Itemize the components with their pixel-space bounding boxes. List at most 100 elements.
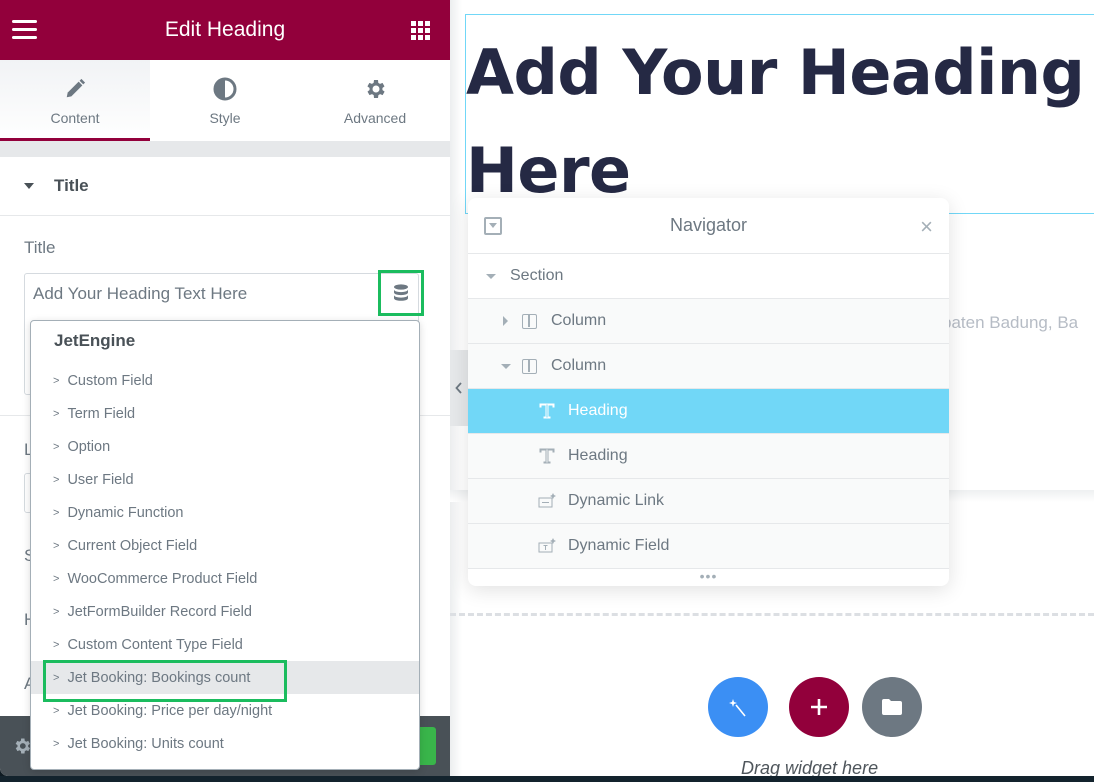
dynamic-tag-option-label: Custom Field <box>67 372 153 389</box>
navigator-resize-handle[interactable]: ••• <box>468 569 949 583</box>
dynamic-tag-option[interactable]: > Dynamic Function <box>31 496 419 529</box>
dynamic-tag-option-label: JetFormBuilder Record Field <box>67 603 252 620</box>
chevron-right-icon: > <box>53 671 60 684</box>
address-text: paten Badung, Ba <box>942 313 1079 332</box>
dynamic-tag-option-label: Dynamic Function <box>67 504 184 521</box>
section-title: Title <box>54 176 89 195</box>
title-control-label: Title <box>24 238 56 257</box>
chevron-right-icon: > <box>53 374 60 387</box>
caret-right-icon[interactable] <box>503 316 508 326</box>
dynamic-tag-option-label: Jet Booking: Price per day/night <box>67 702 273 719</box>
navigator-header[interactable]: Navigator × <box>468 198 949 254</box>
panel-title: Edit Heading <box>164 18 286 41</box>
dynamic-tag-option-label: Term Field <box>67 405 136 422</box>
dynamic-tag-option-label: WooCommerce Product Field <box>67 570 258 587</box>
navigator-row-column-expanded[interactable]: Column <box>468 344 949 389</box>
magic-wand-icon <box>729 699 746 717</box>
dynamic-tag-option-label: User Field <box>67 471 134 488</box>
contrast-icon <box>213 76 237 102</box>
chevron-left-icon <box>455 382 462 394</box>
dynamic-tag-option[interactable]: > Jet Booking: Units count <box>31 727 419 760</box>
panel-header: Edit Heading <box>0 0 450 60</box>
tab-content[interactable]: Content <box>0 60 150 141</box>
navigator-row-column-collapsed[interactable]: Column <box>468 299 949 344</box>
gear-icon <box>363 76 387 102</box>
dynamic-tag-option[interactable]: > JetFormBuilder Record Field <box>31 595 419 628</box>
dynamic-tag-option[interactable]: > User Field <box>31 463 419 496</box>
navigator-row-label: Column <box>551 312 607 329</box>
widgets-grid-icon[interactable] <box>411 21 430 40</box>
dynamic-tags-button[interactable] <box>378 270 424 316</box>
navigator-row-dynamic-field[interactable]: Dynamic Field <box>468 524 949 569</box>
navigator-row-label: Column <box>551 357 607 374</box>
caret-down-icon[interactable] <box>501 363 511 369</box>
dynamic-tag-option[interactable]: > Term Field <box>31 397 419 430</box>
desktop-background <box>0 776 1094 782</box>
dynamic-tag-option[interactable]: > Current Object Field <box>31 529 419 562</box>
chevron-right-icon: > <box>53 506 60 519</box>
dynamic-tag-option[interactable]: > Custom Field <box>31 364 419 397</box>
add-section-button[interactable] <box>789 677 849 737</box>
collapse-panel-button[interactable] <box>450 350 468 426</box>
tab-style-label: Style <box>209 109 241 126</box>
close-icon[interactable]: × <box>920 214 933 240</box>
dynamic-tag-option[interactable]: > Option <box>31 430 419 463</box>
navigator-title: Navigator <box>669 215 748 235</box>
dynamic-link-icon <box>538 492 556 510</box>
navigator-row-label: Dynamic Link <box>568 492 665 509</box>
dynamic-tag-option[interactable]: > Custom Content Type Field <box>31 628 419 661</box>
heading-line-1: Add Your Heading T <box>466 36 1094 109</box>
editor-panel: Edit Heading Content Style Advanced Titl… <box>0 0 450 776</box>
panel-tabs: Content Style Advanced <box>0 60 450 142</box>
dynamic-tag-option[interactable]: > Jet Booking: Bookings count <box>31 660 419 702</box>
dynamic-field-icon <box>538 537 556 555</box>
caret-down-icon[interactable] <box>486 273 496 279</box>
heading-type-icon <box>538 402 556 420</box>
settings-gear-icon[interactable] <box>12 736 32 756</box>
pencil-icon <box>64 76 86 102</box>
navigator-row-label: Section <box>510 267 564 284</box>
dropdown-group-title: JetEngine <box>54 331 136 350</box>
empty-section-border <box>450 613 1094 616</box>
dynamic-tag-option-label: Jet Booking: Bookings count <box>67 669 251 686</box>
template-library-button[interactable] <box>862 677 922 737</box>
navigator-toggle-all-icon[interactable] <box>484 217 502 235</box>
navigator-row-heading[interactable]: Heading <box>468 434 949 479</box>
chevron-right-icon: > <box>53 638 60 651</box>
dynamic-tag-option-label: Option <box>67 438 111 455</box>
navigator-panel: Navigator × Section Column Column Heading He… <box>468 198 949 586</box>
ai-magic-button[interactable] <box>708 677 768 737</box>
chevron-right-icon: > <box>53 473 60 486</box>
column-icon <box>522 313 537 329</box>
navigator-row-section[interactable]: Section <box>468 254 949 299</box>
tab-advanced[interactable]: Advanced <box>300 60 450 141</box>
screen: Edit Heading Content Style Advanced Titl… <box>0 0 1094 782</box>
chevron-right-icon: > <box>53 539 60 552</box>
chevron-right-icon: > <box>53 737 60 750</box>
navigator-row-label: Heading <box>568 447 628 464</box>
tab-content-label: Content <box>50 109 100 126</box>
database-icon <box>394 284 408 301</box>
caret-down-icon <box>24 183 34 189</box>
dynamic-tag-option-label: Current Object Field <box>67 537 198 554</box>
panel-gap <box>0 142 450 157</box>
navigator-row-heading[interactable]: Heading <box>468 389 949 434</box>
navigator-row-label: Heading <box>568 402 628 419</box>
dynamic-tag-option[interactable]: > Jet Booking: Price per day/night <box>31 694 419 727</box>
dynamic-tags-dropdown: JetEngine > Custom Field > Term Field > Optio… <box>30 320 420 770</box>
navigator-row-dynamic-link[interactable]: Dynamic Link <box>468 479 949 524</box>
dynamic-tag-option-label: Custom Content Type Field <box>67 636 243 653</box>
section-title-toggle[interactable]: Title <box>0 157 450 216</box>
chevron-right-icon: > <box>53 440 60 453</box>
dynamic-tag-option-label: Jet Booking: Units count <box>67 735 224 752</box>
tab-style[interactable]: Style <box>150 60 300 141</box>
chevron-right-icon: > <box>53 407 60 420</box>
dynamic-tag-option[interactable]: > WooCommerce Product Field <box>31 562 419 595</box>
folder-icon <box>882 699 902 715</box>
menu-icon[interactable] <box>12 20 37 40</box>
chevron-right-icon: > <box>53 605 60 618</box>
chevron-right-icon: > <box>53 704 60 717</box>
heading-widget[interactable]: Add Your Heading T Here <box>466 24 1094 220</box>
tab-advanced-label: Advanced <box>343 109 407 126</box>
plus-icon <box>811 699 827 715</box>
